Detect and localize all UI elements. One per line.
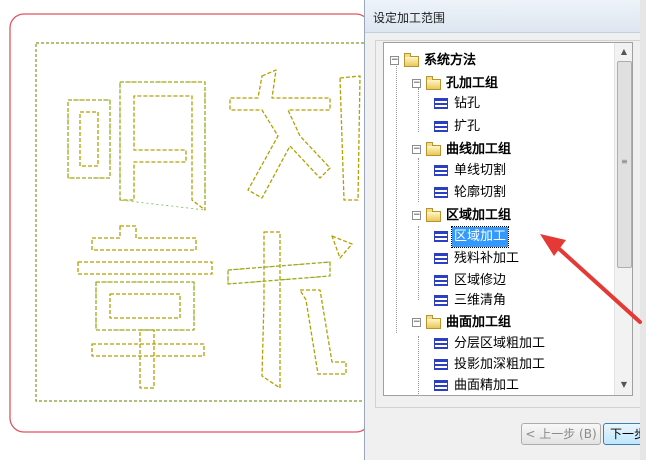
grip-icon: ≡ (621, 157, 628, 166)
tree-item-label: 三维清角 (454, 293, 507, 308)
dialog-title: 设定加工范围 (373, 11, 446, 25)
character-outlines-green (67, 81, 331, 331)
method-list-icon (434, 98, 448, 109)
folder-icon (426, 208, 441, 222)
tree-item-label: 分层区域粗加工 (454, 336, 546, 351)
collapse-icon[interactable]: − (412, 79, 421, 88)
tree-root-label: 系统方法 (424, 53, 477, 68)
tree-connector (418, 88, 419, 132)
method-list-icon (434, 295, 448, 306)
tree-item-label: 钻孔 (454, 96, 481, 111)
tree-item-label-selected: 区域加工 (450, 226, 510, 248)
prev-step-button[interactable]: < 上一步 (B) (521, 423, 601, 445)
method-list-icon (434, 253, 448, 264)
collapse-icon[interactable]: − (412, 318, 421, 327)
method-list-icon (434, 380, 448, 391)
folder-icon (426, 76, 441, 90)
tree-connector (418, 226, 419, 300)
character-outlines (67, 69, 361, 389)
tree-item-label: 区域修边 (454, 273, 507, 288)
tree-item-label: 曲面精加工 (454, 378, 520, 393)
folder-icon (426, 315, 441, 329)
tree-item-label: 扩孔 (454, 119, 481, 134)
set-machining-range-dialog: 设定加工范围 − 系统方法 − 孔加工组 钻孔 扩孔 − 曲线加工组 单线切割 … (364, 0, 646, 460)
tree-scrollbar[interactable]: ▲ ≡ ▼ (614, 43, 632, 395)
folder-icon (404, 53, 419, 67)
engraving-border (35, 42, 371, 402)
method-list-icon (434, 231, 448, 242)
tree-item-label: 单线切割 (454, 163, 507, 178)
method-list-icon (434, 359, 448, 370)
tree-connector (418, 336, 419, 395)
method-list-icon (434, 338, 448, 349)
scrollbar-thumb[interactable]: ≡ (617, 61, 632, 268)
method-list-icon (434, 275, 448, 286)
tree-item-label: 投影加深粗加工 (454, 357, 546, 372)
tree-group-label: 曲面加工组 (446, 315, 512, 330)
tree-connector (418, 158, 419, 202)
collapse-icon[interactable]: − (412, 145, 421, 154)
method-list-icon (434, 187, 448, 198)
partial-panel-edge (640, 0, 646, 460)
scroll-down-icon[interactable]: ▼ (616, 377, 632, 393)
method-list-icon (434, 165, 448, 176)
tree-connector (396, 63, 397, 333)
tree-item-label: 残料补加工 (454, 251, 520, 266)
tree-item-label: 轮廓切割 (454, 185, 507, 200)
dialog-titlebar[interactable]: 设定加工范围 (365, 0, 646, 33)
folder-icon (426, 142, 441, 156)
material-outline (9, 13, 371, 433)
collapse-icon[interactable]: − (412, 211, 421, 220)
scroll-up-icon[interactable]: ▲ (616, 44, 632, 60)
tree-group-label: 区域加工组 (446, 208, 512, 223)
tree-group-label: 曲线加工组 (446, 142, 512, 157)
method-list-icon (434, 121, 448, 132)
method-tree[interactable]: − 系统方法 − 孔加工组 钻孔 扩孔 − 曲线加工组 单线切割 轮廓切割 − … (383, 42, 633, 396)
tree-group-label: 孔加工组 (446, 76, 499, 91)
collapse-icon[interactable]: − (390, 56, 399, 65)
